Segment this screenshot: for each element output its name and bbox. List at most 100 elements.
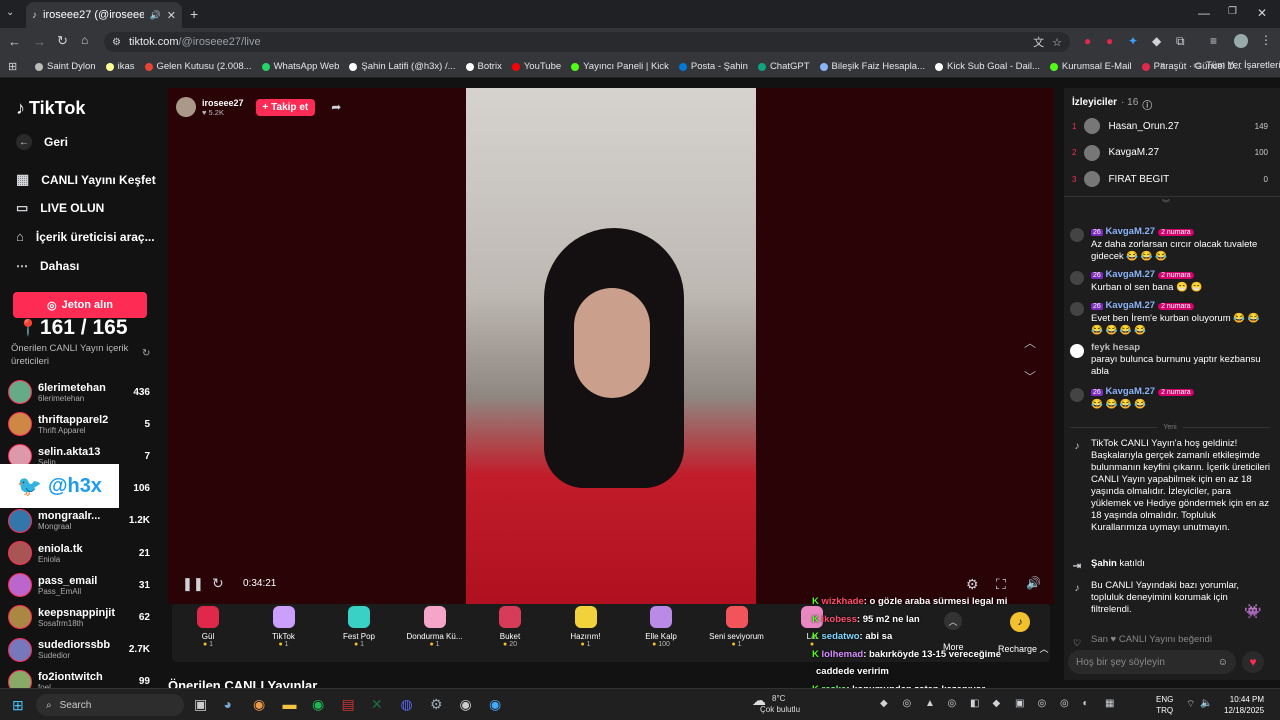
chrome-icon[interactable]: ◉ (253, 696, 265, 713)
streamer-row[interactable]: 6lerimetehan 6lerimetehan 436 (8, 376, 154, 408)
fullscreen-icon[interactable]: ⛶ (996, 576, 1006, 593)
share-icon[interactable]: ➦ (331, 100, 341, 114)
task-view-icon[interactable]: ▣ (194, 696, 207, 713)
next-stream-icon[interactable]: ﹀ (1024, 368, 1036, 385)
bookmark-item[interactable]: Kurumsal E-Mail (1045, 61, 1137, 72)
nav-creator-tools[interactable]: ⌂ İçerik üreticisi araç... (16, 229, 155, 244)
nav-go-live[interactable]: ▭ LIVE OLUN (16, 200, 104, 216)
chat-avatar[interactable] (1070, 271, 1084, 285)
heart-like-icon[interactable]: ♥ (1242, 651, 1264, 673)
menu-icon[interactable]: ⋮ (1260, 33, 1272, 47)
tab-search-icon[interactable]: ⌄ (6, 7, 14, 18)
replay-icon[interactable]: ↻ (212, 575, 224, 592)
gift-item[interactable]: TikTok ● 1 (254, 606, 314, 648)
restore-icon[interactable]: ❐ (1228, 6, 1237, 17)
taskbar-search[interactable]: ⌕ Search (36, 694, 184, 716)
emoji-icon[interactable]: ☺ (1218, 657, 1228, 668)
top-viewer-row[interactable]: 2 KavgaM.27 100 (1072, 144, 1268, 162)
settings-gear-icon[interactable]: ⚙ (966, 576, 979, 593)
bookmark-item[interactable]: WhatsApp Web (257, 61, 345, 72)
host-avatar[interactable] (176, 97, 196, 117)
pause-icon[interactable]: ❚❚ (182, 576, 204, 592)
gift-item[interactable]: Elle Kalp ● 100 (631, 606, 691, 648)
excel-icon[interactable]: ✕ (371, 696, 383, 713)
site-info-icon[interactable]: ⚙ (112, 37, 121, 48)
bookmark-star-icon[interactable]: ☆ (1052, 36, 1062, 49)
host-name[interactable]: iroseee27 (202, 98, 244, 108)
weather-widget[interactable]: ☁ 8°C Çok bulutlu (752, 693, 800, 715)
refresh-icon[interactable]: ↻ (142, 348, 150, 359)
all-bookmarks[interactable]: ▭ Tüm Yer İşaretleri (1188, 60, 1280, 71)
chat-username[interactable]: KavgaM.27 (1105, 300, 1155, 311)
tray-icon[interactable]: ▣ (1015, 698, 1024, 709)
app-icon[interactable]: ◉ (489, 696, 501, 713)
recharge-button[interactable]: Recharge ︿ (998, 642, 1049, 655)
tray-icon[interactable]: ◎ (903, 698, 912, 709)
extensions-puzzle-icon[interactable]: ⧉ (1176, 34, 1185, 49)
settings-icon[interactable]: ⚙ (430, 696, 443, 713)
forward-icon[interactable]: → (33, 34, 46, 49)
audio-icon[interactable]: 🔊 (150, 10, 161, 21)
close-tab-icon[interactable]: ✕ (167, 9, 176, 22)
gift-item[interactable]: Fest Pop ● 1 (329, 606, 389, 648)
bookmark-item[interactable]: ChatGPT (753, 61, 815, 72)
chat-username[interactable]: KavgaM.27 (1105, 386, 1155, 397)
streamer-row[interactable]: keepsnappinjit Sosafrm18th 62 (8, 601, 154, 633)
streamer-row[interactable]: pass_email Pass_EmAll 31 (8, 569, 154, 601)
copilot-icon[interactable]: ◕ (224, 696, 232, 712)
comment-input[interactable]: Hoş bir şey söyleyin ☺ (1068, 650, 1236, 674)
extension-icon[interactable]: ● (1106, 34, 1113, 48)
explorer-icon[interactable]: ▬ (283, 696, 297, 712)
streamer-row[interactable]: sudediorssbb Sudedior 2.7K (8, 634, 154, 666)
volume-icon[interactable]: 🔊 (1026, 576, 1041, 590)
info-icon[interactable]: ⓘ (1142, 97, 1152, 112)
back-icon[interactable]: ← (8, 34, 21, 49)
prev-stream-icon[interactable]: ︿ (1024, 334, 1036, 351)
profile-avatar[interactable] (1234, 34, 1248, 48)
chat-avatar[interactable] (1070, 302, 1084, 316)
nav-more[interactable]: ⋯ Dahası (16, 259, 79, 273)
discord-icon[interactable]: ◍ (401, 696, 413, 713)
obs-icon[interactable]: ◉ (460, 696, 472, 713)
more-bookmarks-icon[interactable]: » (1160, 59, 1165, 70)
gift-item[interactable]: Dondurma Kü... ● 1 (405, 606, 465, 648)
liked-user[interactable]: San (1091, 634, 1108, 645)
coin-recharge-icon[interactable]: ♪ (1010, 612, 1030, 632)
tray-icon[interactable]: ◧ (970, 698, 979, 709)
gift-item[interactable]: Hazırım! ● 1 (556, 606, 616, 648)
tiktok-logo[interactable]: ♪ TikTok (16, 98, 85, 119)
chat-username[interactable]: KavgaM.27 (1105, 269, 1155, 280)
home-icon[interactable]: ⌂ (81, 33, 88, 47)
tray-icon[interactable]: ◎ (1060, 698, 1069, 709)
new-tab-icon[interactable]: + (190, 6, 198, 22)
tray-icon[interactable]: ▲ (925, 698, 935, 709)
tray-icon[interactable]: ▦ (1105, 698, 1114, 709)
media-icon[interactable]: ≡ (1210, 34, 1217, 48)
bookmark-item[interactable]: Bileşik Faiz Hesapla... (815, 61, 930, 72)
bookmark-item[interactable]: Şahin Latifi (@h3x) /... (344, 61, 460, 72)
follow-button[interactable]: + Takip et (255, 98, 316, 116)
collapse-icon[interactable]: ︾ (1162, 198, 1170, 209)
extension-icon[interactable]: ✦ (1128, 34, 1138, 48)
get-coins-button[interactable]: ◎ Jeton alın (13, 292, 147, 318)
tray-icon[interactable]: ◆ (993, 698, 1001, 709)
minimize-icon[interactable]: — (1198, 6, 1210, 20)
apps-grid-icon[interactable]: ⊞ (8, 60, 17, 73)
reload-icon[interactable]: ↻ (57, 33, 68, 49)
chat-username[interactable]: KavgaM.27 (1105, 226, 1155, 237)
joined-user[interactable]: Şahin (1091, 558, 1117, 569)
spotify-icon[interactable]: ◉ (312, 696, 324, 713)
back-link[interactable]: ← Geri (16, 134, 68, 150)
translate-icon[interactable]: 文 (1033, 34, 1044, 50)
tray-icon[interactable]: ◎ (1038, 698, 1047, 709)
app-icon[interactable]: ▤ (342, 696, 355, 713)
chat-avatar[interactable] (1070, 388, 1084, 402)
extension-icon[interactable]: ◆ (1152, 34, 1161, 48)
nav-explore-live[interactable]: ▦ CANLI Yayını Keşfet (16, 171, 156, 188)
top-viewer-row[interactable]: 3 FIRAT BEGIT 0 (1072, 170, 1268, 188)
gift-item[interactable]: Gül ● 1 (178, 606, 238, 648)
bookmark-item[interactable]: YouTube (507, 61, 566, 72)
gift-item[interactable]: Seni seviyorum ● 1 (707, 606, 767, 648)
bookmark-item[interactable]: Kick Sub Goal - Dail... (930, 61, 1045, 72)
clock[interactable]: 10:44 PM 12/18/2025 (1224, 694, 1264, 716)
